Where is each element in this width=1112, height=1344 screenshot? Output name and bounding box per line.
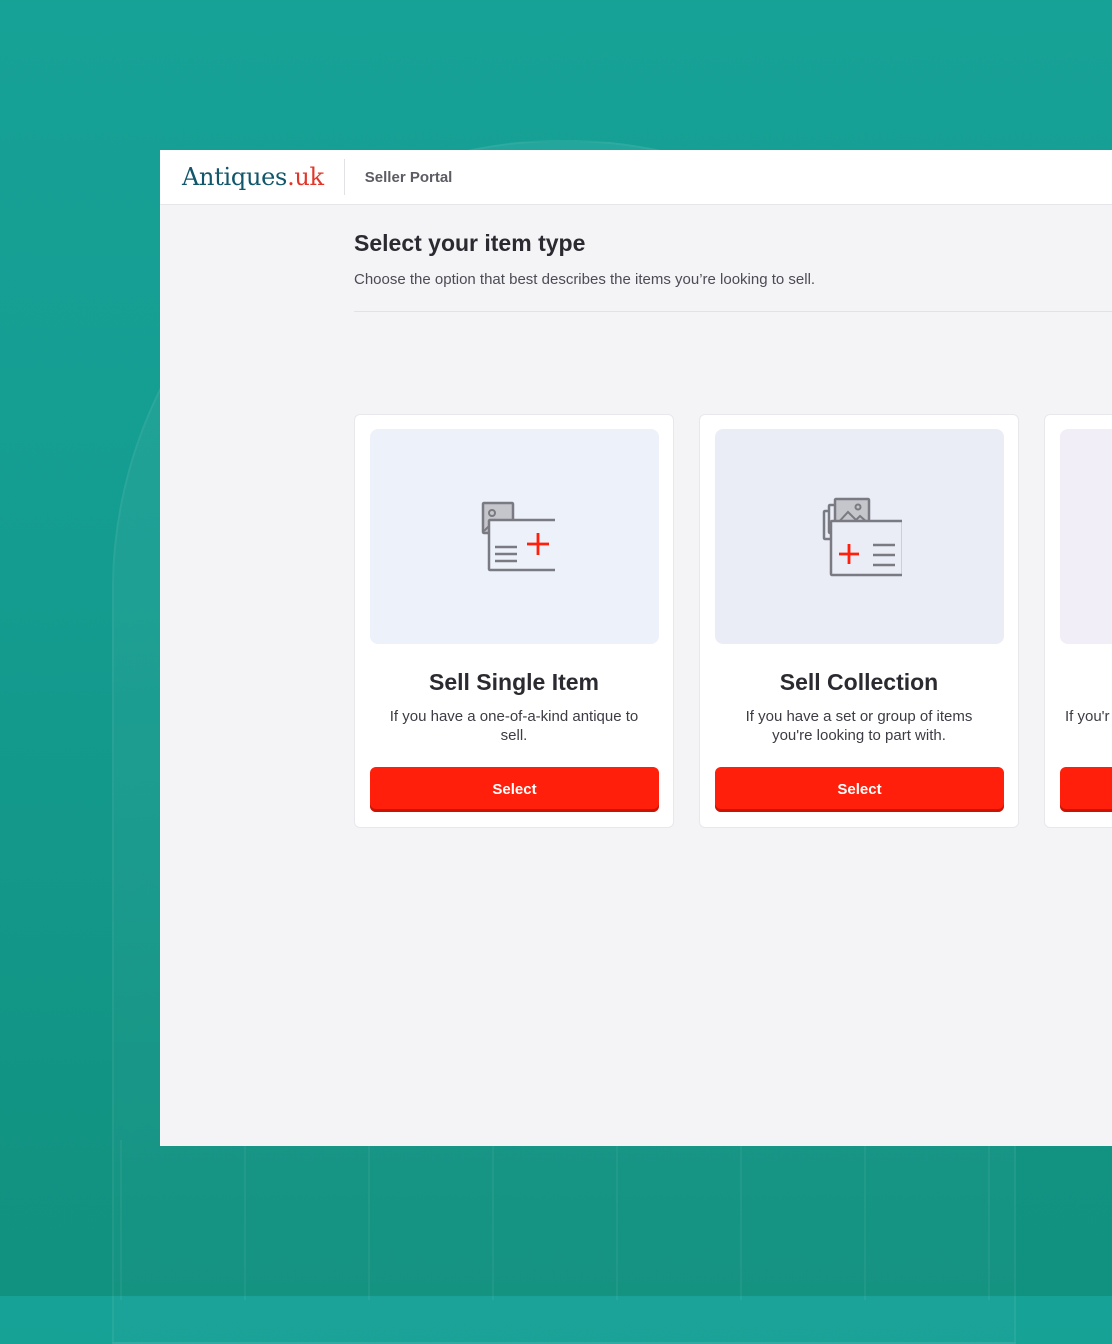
app-window: Antiques.uk Seller Portal Select your it… [160, 150, 1112, 1146]
page-subtitle: Choose the option that best describes th… [354, 271, 816, 288]
background-columns [120, 1140, 1112, 1300]
brand-domain: .uk [287, 163, 324, 191]
brand-logo[interactable]: Antiques.uk [160, 163, 344, 191]
card-description: If you have a set or group of items you'… [745, 708, 973, 744]
select-single-item-button[interactable]: Select [370, 767, 659, 812]
card-thumbnail [370, 429, 659, 644]
select-collection-button[interactable]: Select [715, 767, 1004, 812]
portal-label: Seller Portal [364, 168, 453, 186]
item-type-cards: Sell Single Item If you have a one-of-a-… [354, 414, 1112, 828]
card-collection[interactable]: Sell Collection If you have a set or gro… [699, 414, 1019, 828]
card-description: If you have a one-of-a-kind antique to s… [389, 708, 639, 744]
card-title: Sell Collection [779, 669, 939, 695]
card-single-item[interactable]: Sell Single Item If you have a one-of-a-… [354, 414, 674, 828]
page-title: Select your item type [354, 230, 586, 256]
card-third-option[interactable]: If you'r [1044, 414, 1112, 828]
top-bar: Antiques.uk Seller Portal [160, 150, 1112, 205]
main-content: Select your item type Choose the option … [354, 230, 1112, 828]
single-item-icon [481, 501, 555, 571]
card-description: If you'r [1065, 708, 1110, 725]
select-third-option-button[interactable] [1060, 767, 1112, 812]
card-title: Sell Single Item [429, 669, 599, 695]
section-divider [354, 311, 1112, 312]
brand-name: Antiques [182, 163, 288, 191]
card-thumbnail [715, 429, 1004, 644]
collection-icon [822, 497, 902, 576]
card-thumbnail [1060, 429, 1112, 644]
